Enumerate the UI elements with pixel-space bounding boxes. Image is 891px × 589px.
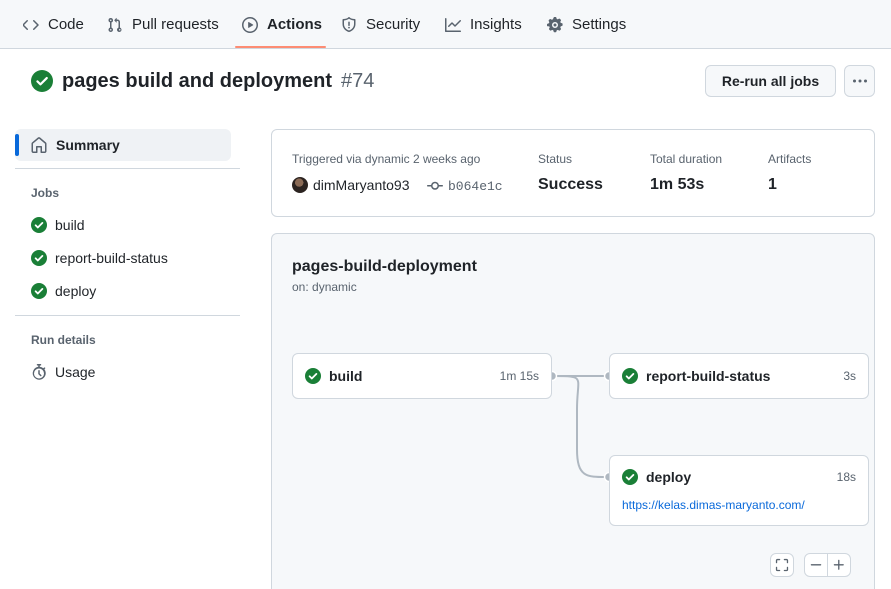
check-circle-fill-icon bbox=[31, 250, 47, 266]
actor[interactable]: dimMaryanto93 bbox=[292, 177, 410, 193]
check-circle-fill-icon bbox=[31, 283, 47, 299]
sidebar-item-usage[interactable]: Usage bbox=[31, 361, 95, 383]
tab-settings[interactable]: Settings bbox=[547, 0, 626, 49]
dash-icon bbox=[810, 564, 822, 566]
zoom-in-button[interactable] bbox=[827, 553, 851, 577]
run-details-heading: Run details bbox=[31, 333, 96, 347]
sidebar-job-deploy-label: deploy bbox=[55, 283, 97, 299]
run-summary-card: Triggered via dynamic 2 weeks ago dimMar… bbox=[271, 129, 875, 217]
artifacts-label: Artifacts bbox=[768, 152, 812, 166]
rerun-all-jobs-button[interactable]: Re-run all jobs bbox=[705, 65, 836, 97]
sidebar-job-build[interactable]: build bbox=[31, 214, 85, 236]
job-duration: 18s bbox=[836, 470, 856, 484]
job-card-deploy[interactable]: deploy 18s https://kelas.dimas-maryanto.… bbox=[609, 455, 869, 526]
gear-icon bbox=[547, 16, 563, 32]
active-tab-indicator bbox=[235, 46, 326, 48]
sidebar-job-build-label: build bbox=[55, 217, 85, 233]
play-icon bbox=[242, 16, 258, 33]
check-circle-fill-icon bbox=[622, 368, 638, 384]
tab-actions[interactable]: Actions bbox=[242, 0, 322, 49]
stopwatch-icon bbox=[32, 364, 46, 380]
repo-nav: Code Pull requests Actions Security Insi… bbox=[0, 0, 891, 49]
more-options-button[interactable] bbox=[844, 65, 875, 97]
tab-actions-label: Actions bbox=[267, 16, 323, 33]
job-name: report-build-status bbox=[646, 368, 771, 384]
zoom-out-button[interactable] bbox=[804, 553, 828, 577]
job-card-report-build-status[interactable]: report-build-status 3s bbox=[609, 353, 869, 399]
tab-code-label: Code bbox=[48, 16, 84, 33]
check-circle-fill-icon bbox=[305, 368, 321, 384]
run-title-text: pages build and deployment bbox=[62, 69, 333, 92]
run-title: pages build and deployment #74 bbox=[31, 69, 374, 93]
job-name: deploy bbox=[646, 469, 692, 485]
tab-code[interactable]: Code bbox=[23, 0, 84, 49]
kebab-horizontal-icon bbox=[852, 79, 867, 83]
deployment-url-link[interactable]: https://kelas.dimas-maryanto.com/ bbox=[622, 498, 805, 512]
sidebar-item-summary[interactable]: Summary bbox=[15, 129, 231, 161]
duration-label: Total duration bbox=[650, 152, 723, 166]
sidebar-item-summary-label: Summary bbox=[56, 137, 120, 153]
home-icon bbox=[31, 137, 47, 153]
sidebar-job-report-build-status[interactable]: report-build-status bbox=[31, 247, 168, 269]
tab-pull-requests-label: Pull requests bbox=[132, 16, 219, 33]
jobs-heading: Jobs bbox=[31, 186, 60, 200]
tab-pull-requests[interactable]: Pull requests bbox=[107, 0, 219, 49]
tab-security[interactable]: Security bbox=[341, 0, 420, 49]
job-name: build bbox=[329, 368, 363, 384]
fullscreen-button[interactable] bbox=[770, 553, 794, 577]
actor-name: dimMaryanto93 bbox=[313, 177, 410, 193]
artifacts-value[interactable]: 1 bbox=[768, 176, 777, 194]
trigger-text: Triggered via dynamic 2 weeks ago bbox=[292, 152, 481, 166]
git-commit-icon bbox=[427, 181, 443, 190]
shield-icon bbox=[342, 16, 356, 32]
commit-sha: b064e1c bbox=[448, 178, 503, 194]
git-pull-request-icon bbox=[108, 17, 122, 32]
job-connectors bbox=[546, 370, 615, 483]
tab-settings-label: Settings bbox=[572, 16, 627, 33]
avatar bbox=[292, 177, 308, 193]
status-value: Success bbox=[538, 176, 603, 193]
check-circle-fill-icon bbox=[31, 217, 47, 233]
job-card-build[interactable]: build 1m 15s bbox=[292, 353, 552, 399]
check-circle-fill-icon bbox=[31, 70, 53, 92]
duration-value: 1m 53s bbox=[650, 176, 705, 193]
commit-link[interactable]: b064e1c bbox=[427, 178, 503, 194]
check-circle-fill-icon bbox=[622, 469, 638, 485]
sidebar-item-usage-label: Usage bbox=[55, 364, 96, 380]
job-duration: 3s bbox=[843, 369, 856, 383]
status-label: Status bbox=[538, 152, 573, 166]
sidebar-job-deploy[interactable]: deploy bbox=[31, 280, 96, 302]
tab-insights-label: Insights bbox=[470, 16, 522, 33]
plus-icon bbox=[833, 559, 844, 570]
graph-icon bbox=[445, 17, 461, 32]
tab-security-label: Security bbox=[366, 16, 421, 33]
sidebar-divider bbox=[15, 315, 240, 316]
tab-insights[interactable]: Insights bbox=[445, 0, 522, 49]
sidebar-divider bbox=[15, 168, 240, 169]
run-number: #74 bbox=[341, 69, 375, 92]
sidebar-job-report-build-status-label: report-build-status bbox=[55, 250, 168, 266]
screen-full-icon bbox=[775, 558, 789, 572]
code-icon bbox=[23, 19, 39, 30]
job-duration: 1m 15s bbox=[499, 369, 539, 383]
workflow-graph: pages-build-deployment on: dynamic build… bbox=[271, 233, 875, 589]
